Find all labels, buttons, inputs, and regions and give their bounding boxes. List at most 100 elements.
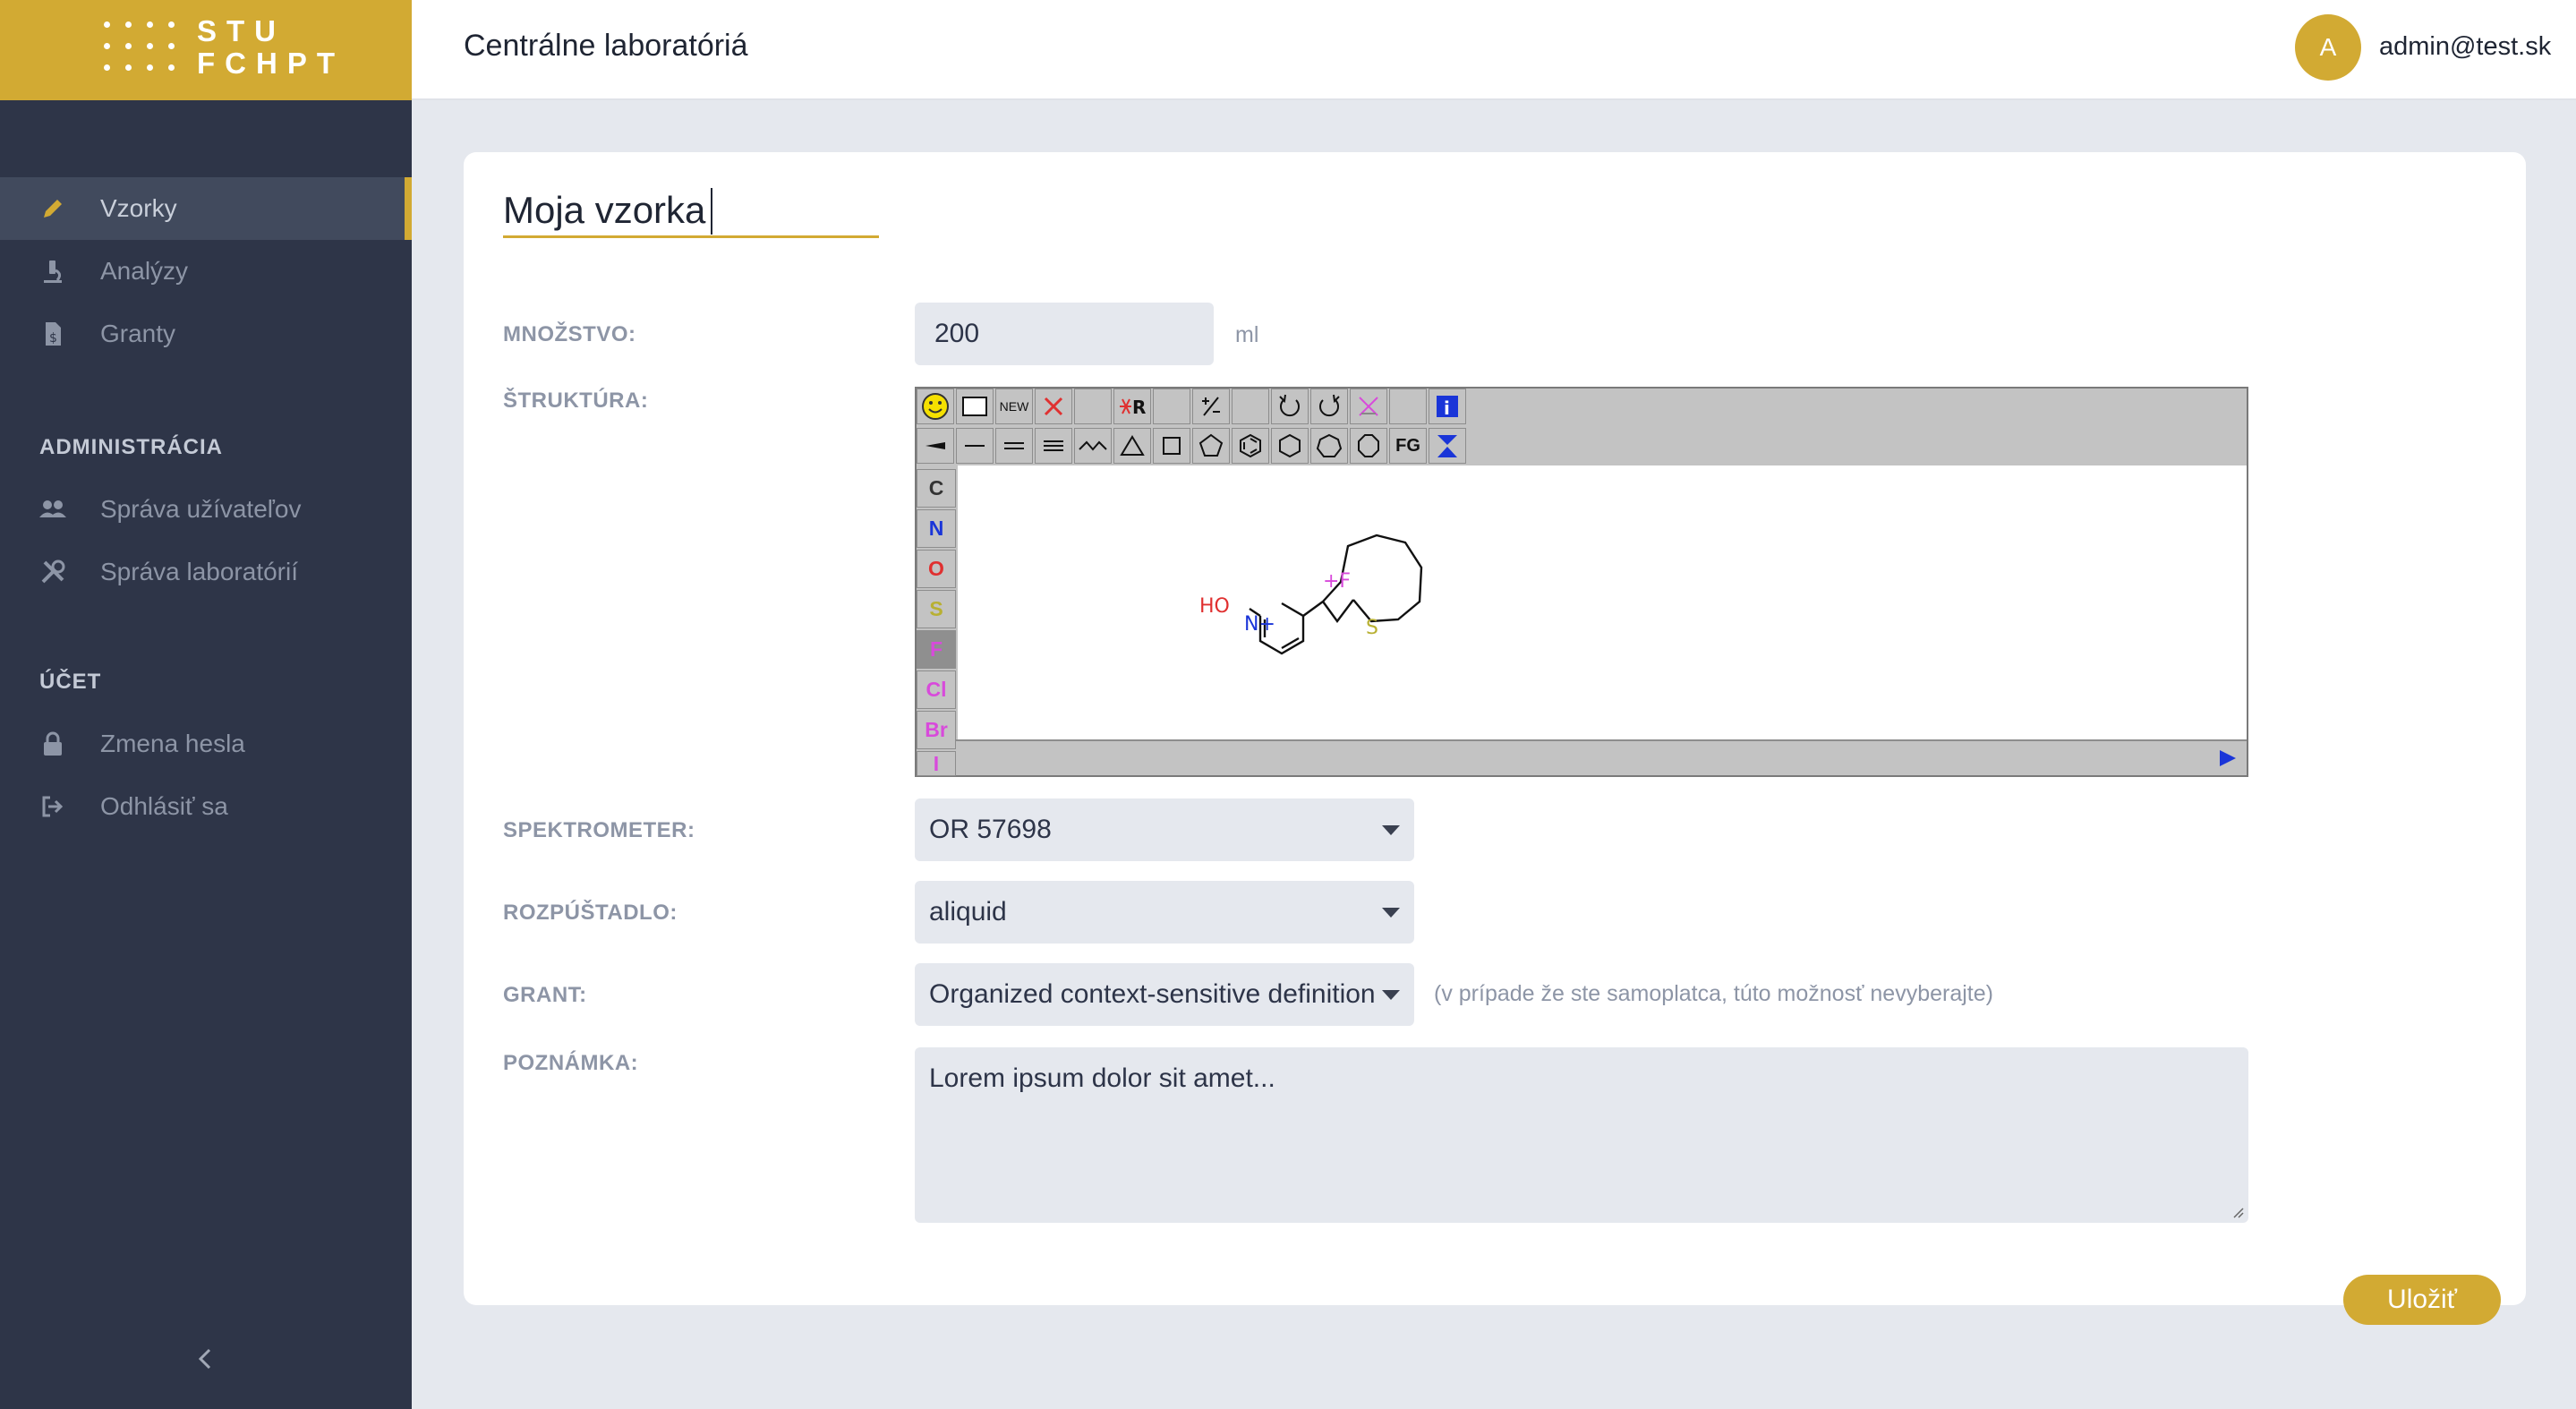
atom-cl-button[interactable]: Cl: [917, 670, 956, 709]
editor-scrollbar[interactable]: [956, 739, 2247, 775]
charge-icon[interactable]: [1192, 389, 1230, 424]
sidebar-item-logout[interactable]: Odhlásiť sa: [0, 775, 412, 838]
sidebar-item-label: Granty: [100, 320, 176, 347]
fg-button[interactable]: FG: [1389, 428, 1427, 464]
microscope-icon: [38, 256, 68, 286]
atom-c-button[interactable]: C: [917, 469, 956, 508]
flip-icon[interactable]: [1429, 428, 1466, 464]
smiley-icon[interactable]: [917, 389, 954, 424]
grant-select[interactable]: Organized context-sensitive definition: [915, 963, 1414, 1026]
undo-icon[interactable]: [1271, 389, 1309, 424]
toolbar-empty-slot[interactable]: [1389, 389, 1427, 424]
users-icon: [38, 494, 68, 525]
page-title: Centrálne laboratóriá: [464, 29, 748, 63]
spectrometer-label: SPEKTROMETER:: [503, 818, 695, 842]
wedge-bond-icon[interactable]: [917, 428, 954, 464]
play-icon[interactable]: [2218, 748, 2238, 768]
new-button[interactable]: NEW: [995, 389, 1033, 424]
svg-text:R: R: [1132, 397, 1146, 418]
atom-label-s: S: [1366, 617, 1378, 639]
svg-text:i: i: [1444, 397, 1450, 419]
ring4-icon[interactable]: [1153, 428, 1190, 464]
sidebar-item-users[interactable]: Správa užívateľov: [0, 478, 412, 541]
sidebar-item-label: Správa užívateľov: [100, 495, 302, 523]
top-header: Centrálne laboratóriá A admin@test.sk: [412, 0, 2576, 100]
single-bond-icon[interactable]: [956, 428, 994, 464]
ring7-icon[interactable]: [1310, 428, 1348, 464]
svg-text:$: $: [49, 331, 57, 346]
sidebar-item-label: Odhlásiť sa: [100, 792, 228, 820]
user-email[interactable]: admin@test.sk: [2379, 32, 2551, 62]
sign-out-icon: [38, 791, 68, 822]
note-value: Lorem ipsum dolor sit amet...: [929, 1063, 1275, 1093]
sidebar: STU FCHPT Vzorky Analýzy $ Granty ADMINI…: [0, 0, 412, 1409]
grant-hint: (v prípade že ste samoplatca, túto možno…: [1434, 981, 1993, 1006]
solvent-select[interactable]: aliquid: [915, 881, 1414, 944]
text-caret: [711, 188, 712, 235]
editor-toolbar: NEW R i FG: [917, 389, 2247, 465]
molecule-drawing[interactable]: HO N+ +F S: [1185, 523, 1454, 702]
sidebar-item-granty[interactable]: $ Granty: [0, 303, 412, 365]
pencil-icon: [38, 193, 68, 224]
logo[interactable]: STU FCHPT: [0, 0, 412, 100]
caret-down-icon: [1382, 990, 1400, 1000]
sidebar-item-labs[interactable]: Správa laboratórií: [0, 541, 412, 603]
sample-form-card: MNOŽSTVO: 200 ml ŠTRUKTÚRA: NEW R i: [464, 152, 2526, 1325]
logo-dots-icon: [104, 21, 179, 75]
spectrometer-select[interactable]: OR 57698: [915, 798, 1414, 861]
document-dollar-icon: $: [38, 319, 68, 349]
ring5-icon[interactable]: [1192, 428, 1230, 464]
atom-o-button[interactable]: O: [917, 550, 956, 588]
caret-down-icon: [1382, 825, 1400, 835]
select-rect-icon[interactable]: [956, 389, 994, 424]
sidebar-item-change-password[interactable]: Zmena hesla: [0, 713, 412, 775]
logo-text-line1: STU: [197, 14, 286, 47]
quantity-input[interactable]: 200: [915, 303, 1214, 365]
toolbar-empty-slot[interactable]: [1153, 389, 1190, 424]
ring6-icon[interactable]: [1271, 428, 1309, 464]
structure-label: ŠTRUKTÚRA:: [503, 389, 649, 413]
note-textarea[interactable]: Lorem ipsum dolor sit amet...: [915, 1047, 2248, 1223]
sample-name-input[interactable]: [503, 184, 879, 238]
quantity-label: MNOŽSTVO:: [503, 322, 636, 346]
atom-label-nplus: N+: [1244, 613, 1275, 636]
sidebar-item-vzorky[interactable]: Vzorky: [0, 177, 412, 240]
atom-label-ho: HO: [1199, 595, 1230, 618]
chain-icon[interactable]: [1074, 428, 1112, 464]
section-heading-account: ÚČET: [39, 670, 102, 694]
logo-text-line2: FCHPT: [197, 47, 345, 80]
grant-value: Organized context-sensitive definition: [929, 979, 1376, 1009]
ring8-icon[interactable]: [1350, 428, 1387, 464]
sidebar-item-label: Zmena hesla: [100, 730, 245, 757]
sidebar-item-label: Správa laboratórií: [100, 558, 299, 585]
quantity-unit: ml: [1235, 322, 1259, 347]
atom-s-button[interactable]: S: [917, 590, 956, 628]
toolbar-empty-slot[interactable]: [1232, 389, 1269, 424]
redo-icon[interactable]: [1310, 389, 1348, 424]
avatar[interactable]: A: [2295, 14, 2361, 81]
clear-icon[interactable]: [1350, 389, 1387, 424]
atom-n-button[interactable]: N: [917, 509, 956, 548]
toolbar-empty-slot[interactable]: [1074, 389, 1112, 424]
solvent-value: aliquid: [929, 897, 1007, 927]
atom-br-button[interactable]: Br: [917, 711, 956, 749]
chevron-left-icon[interactable]: [190, 1343, 222, 1375]
double-bond-icon[interactable]: [995, 428, 1033, 464]
benzene-icon[interactable]: [1232, 428, 1269, 464]
delete-icon[interactable]: [1035, 389, 1072, 424]
remove-r-group-icon[interactable]: R: [1113, 389, 1151, 424]
triple-bond-icon[interactable]: [1035, 428, 1072, 464]
resize-handle-icon[interactable]: [2231, 1205, 2245, 1219]
atom-label-fplus: +F: [1323, 570, 1351, 593]
caret-down-icon: [1382, 908, 1400, 918]
ring3-icon[interactable]: [1113, 428, 1151, 464]
note-label: POZNÁMKA:: [503, 1051, 639, 1075]
atom-f-button[interactable]: F: [917, 630, 956, 669]
info-icon[interactable]: i: [1429, 389, 1466, 424]
sidebar-item-label: Vzorky: [100, 194, 177, 222]
structure-editor[interactable]: NEW R i FG C N O S F Cl Br I HO N+ +F S: [915, 387, 2248, 777]
atom-i-button[interactable]: I: [917, 751, 956, 776]
save-button[interactable]: Uložiť: [2343, 1275, 2501, 1325]
section-heading-admin: ADMINISTRÁCIA: [39, 435, 223, 459]
sidebar-item-analyzy[interactable]: Analýzy: [0, 240, 412, 303]
